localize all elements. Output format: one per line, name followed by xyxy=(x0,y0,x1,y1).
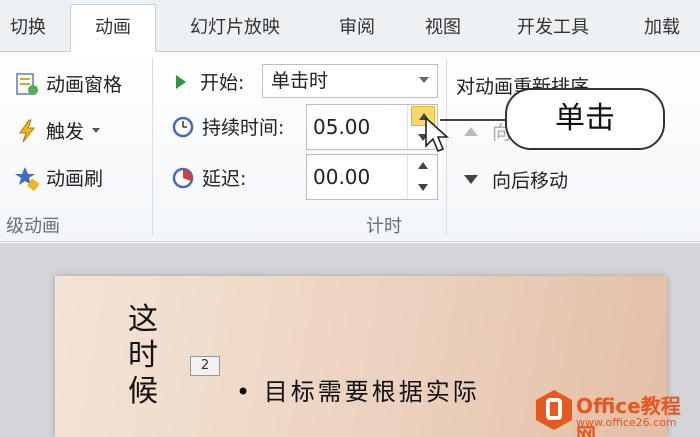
slide-bullet-text: 目标需要根据实际 xyxy=(263,378,480,406)
move-earlier-button[interactable]: 向 xyxy=(464,118,511,145)
start-label-row: 开始: xyxy=(176,68,244,95)
lightning-icon xyxy=(14,118,40,144)
move-later-button[interactable]: 向后移动 xyxy=(464,166,568,193)
chevron-down-icon[interactable] xyxy=(419,77,429,83)
tab-animations[interactable]: 动画 xyxy=(70,4,156,53)
duration-value[interactable]: 05.00 xyxy=(313,115,370,139)
arrow-down-icon xyxy=(418,184,428,191)
clock-icon xyxy=(170,114,196,140)
tab-review[interactable]: 审阅 xyxy=(322,10,392,50)
timing-group-label: 计时 xyxy=(366,216,402,237)
trigger-label: 触发 xyxy=(46,121,85,143)
move-later-label: 向后移动 xyxy=(492,170,569,192)
play-icon xyxy=(176,74,186,89)
tab-transitions[interactable]: 切换 xyxy=(0,10,56,50)
animation-order-tag[interactable]: 2 xyxy=(190,356,220,376)
triangle-down-icon xyxy=(464,175,478,184)
trigger-dropdown-arrow xyxy=(92,128,101,133)
animation-painter-button[interactable]: 动画刷 xyxy=(14,164,103,191)
animation-pane-label: 动画窗格 xyxy=(46,74,123,96)
delay-clock-icon xyxy=(170,165,196,191)
delay-decrease-button[interactable] xyxy=(411,178,435,198)
duration-spinner[interactable]: 05.00 xyxy=(306,104,438,150)
duration-label-row: 持续时间: xyxy=(170,113,284,140)
delay-spin-buttons xyxy=(407,155,437,199)
tab-view[interactable]: 视图 xyxy=(408,10,478,50)
start-label: 开始: xyxy=(200,72,245,94)
tab-slideshow[interactable]: 幻灯片放映 xyxy=(170,10,300,50)
watermark-brand: Office教程网 xyxy=(576,394,681,437)
tab-developer[interactable]: 开发工具 xyxy=(498,10,608,50)
delay-label-row: 延迟: xyxy=(170,164,246,191)
start-combobox[interactable]: 单击时 xyxy=(262,64,438,98)
watermark-url: www.office26.com xyxy=(576,416,677,429)
delay-increase-button[interactable] xyxy=(411,156,435,176)
delay-value[interactable]: 00.00 xyxy=(313,165,370,189)
tab-addins[interactable]: 加载 xyxy=(628,10,700,50)
callout-bubble: 单击 xyxy=(505,88,665,150)
animation-pane-button[interactable]: 动画窗格 xyxy=(14,70,122,97)
triangle-up-icon xyxy=(464,127,478,136)
office-logo-icon xyxy=(536,390,572,430)
delay-label: 延迟: xyxy=(202,168,247,190)
advanced-animation-group-label: 级动画 xyxy=(6,216,60,237)
group-separator xyxy=(152,58,153,236)
watermark: Office教程网 www.office26.com xyxy=(536,384,696,437)
mouse-pointer-icon xyxy=(425,116,450,153)
delay-spinner[interactable]: 00.00 xyxy=(306,154,438,200)
trigger-button[interactable]: 触发 xyxy=(14,117,101,144)
slide-vertical-text[interactable]: 这时候 xyxy=(128,302,158,410)
star-painter-icon xyxy=(14,165,40,191)
start-value: 单击时 xyxy=(271,70,329,92)
ribbon-tab-bar: 切换 动画 幻灯片放映 审阅 视图 开发工具 加载 xyxy=(0,0,700,53)
duration-label: 持续时间: xyxy=(202,117,285,139)
bullet-dot: • xyxy=(236,378,264,406)
arrow-up-icon xyxy=(418,162,428,169)
slide-bullet[interactable]: • 目标需要根据实际 xyxy=(236,372,480,407)
animation-pane-icon xyxy=(14,71,40,97)
animation-painter-label: 动画刷 xyxy=(46,168,104,190)
